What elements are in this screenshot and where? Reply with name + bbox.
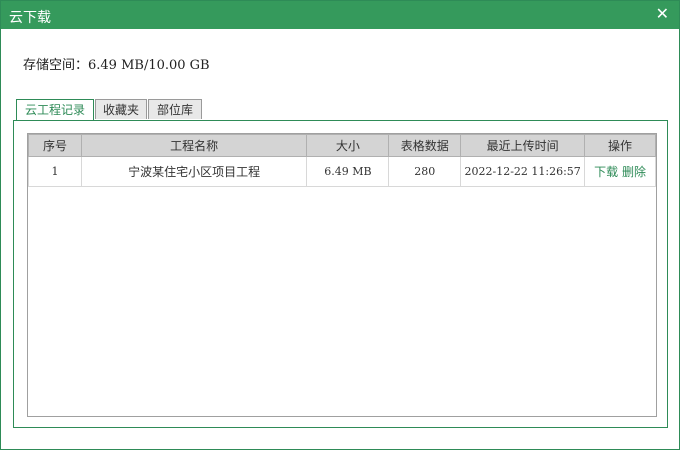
close-icon[interactable]: ✕ [656, 4, 669, 23]
column-header-actions: 操作 [584, 134, 656, 157]
tab-panel: 序号 工程名称 大小 表格数据 最近上传时间 操作 1 宁波某住宅小区项目工程 … [13, 120, 668, 428]
tab-cloud-records[interactable]: 云工程记录 [16, 99, 94, 121]
cell-count: 280 [388, 156, 462, 187]
title-bar[interactable]: 云下载 ✕ [1, 1, 679, 29]
column-header-time[interactable]: 最近上传时间 [460, 134, 586, 157]
storage-usage: 存储空间：6.49 MB/10.00 GB [23, 58, 210, 73]
column-header-count[interactable]: 表格数据 [388, 134, 462, 157]
column-header-size[interactable]: 大小 [306, 134, 390, 157]
cloud-download-window: 云下载 ✕ 存储空间：6.49 MB/10.00 GB 云工程记录 收藏夹 部位… [0, 0, 680, 450]
cell-actions: 下载 删除 [584, 156, 656, 187]
delete-link[interactable]: 删除 [622, 165, 646, 179]
cell-project-name: 宁波某住宅小区项目工程 [80, 156, 308, 187]
column-header-index[interactable]: 序号 [28, 134, 82, 157]
window-title: 云下载 [9, 10, 51, 26]
download-link[interactable]: 下载 [594, 165, 618, 179]
table-row[interactable]: 1 宁波某住宅小区项目工程 6.49 MB 280 2022-12-22 11:… [28, 156, 656, 187]
records-table-container: 序号 工程名称 大小 表格数据 最近上传时间 操作 1 宁波某住宅小区项目工程 … [27, 133, 657, 417]
records-table: 序号 工程名称 大小 表格数据 最近上传时间 操作 1 宁波某住宅小区项目工程 … [28, 134, 656, 187]
tab-favorites[interactable]: 收藏夹 [95, 99, 147, 119]
cell-index: 1 [28, 156, 82, 187]
cell-upload-time: 2022-12-22 11:26:57 [460, 156, 586, 187]
cell-size: 6.49 MB [306, 156, 390, 187]
tab-part-library[interactable]: 部位库 [148, 99, 202, 119]
table-header-row: 序号 工程名称 大小 表格数据 最近上传时间 操作 [28, 134, 656, 157]
column-header-name[interactable]: 工程名称 [80, 134, 308, 157]
